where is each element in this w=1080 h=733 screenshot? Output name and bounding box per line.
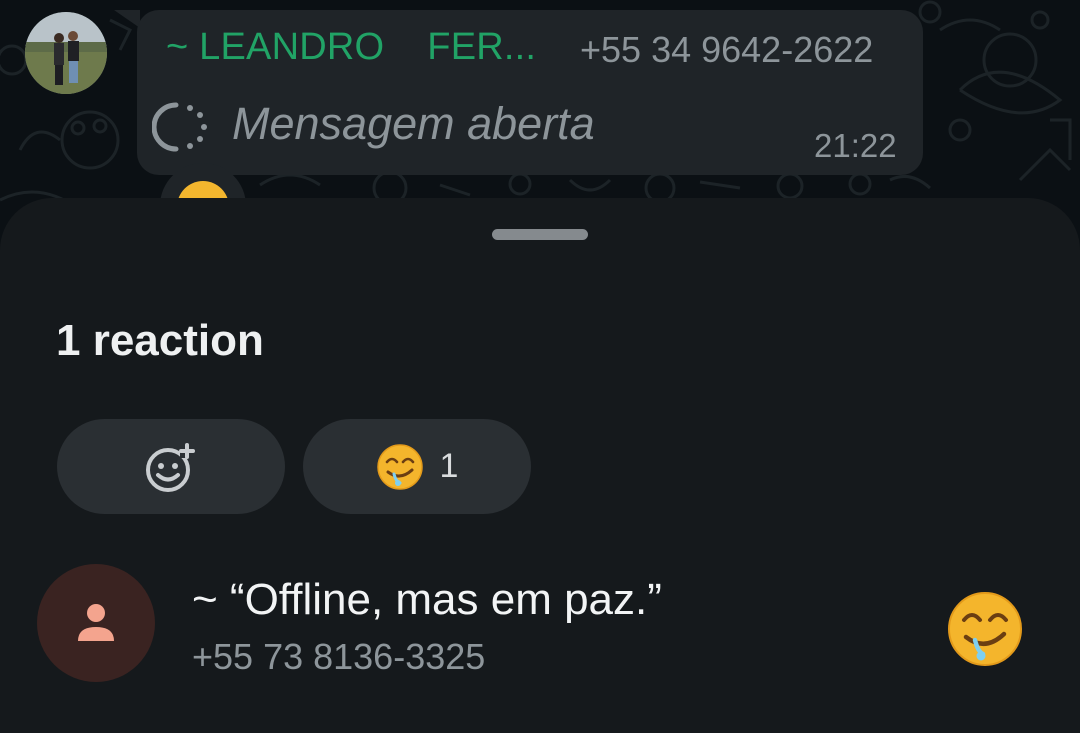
sender-avatar[interactable] (25, 12, 107, 94)
reactor-avatar[interactable] (37, 564, 155, 682)
bubble-tail (114, 10, 140, 28)
sheet-drag-handle[interactable] (492, 229, 588, 240)
reactor-phone: +55 73 8136-3325 (192, 636, 486, 677)
sender-phone: +55 34 9642-2622 (580, 29, 874, 70)
reactor-reaction (946, 590, 1024, 668)
drooling-face-icon (948, 592, 1022, 666)
drooling-face-icon (376, 443, 423, 490)
reactor-name[interactable]: ~ “Offline, mas em paz.” (192, 575, 662, 625)
view-once-icon (152, 102, 207, 152)
reaction-count: 1 (439, 447, 459, 485)
sender-avatar-photo (25, 12, 107, 94)
message-time: 21:22 (814, 127, 897, 164)
message-text: Mensagem aberta (232, 98, 595, 149)
emoji-add-icon (146, 442, 195, 492)
sender-name[interactable]: ~ LEANDRO FER... (166, 26, 536, 69)
person-icon (78, 604, 114, 641)
reactions-title: 1 reaction (56, 316, 264, 365)
add-reaction-button[interactable] (57, 419, 285, 514)
screen: ~ LEANDRO FER... +55 34 9642-2622 Mensag… (0, 0, 1080, 733)
reaction-filter-drooling[interactable]: 1 (303, 419, 531, 514)
